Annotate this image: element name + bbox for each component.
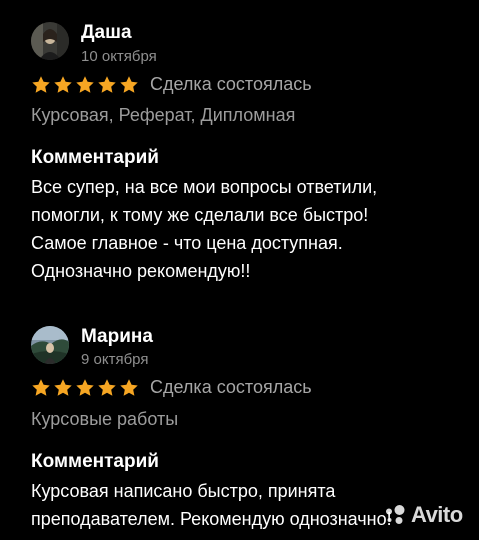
work-types: Курсовая, Реферат, Дипломная (31, 105, 296, 125)
star-icon (54, 76, 72, 93)
comment-line: Самое главное - что цена доступная. (31, 233, 343, 253)
author-name[interactable]: Даша (81, 22, 132, 44)
deal-status: Сделка состоялась (150, 74, 312, 94)
star-icon (98, 379, 116, 396)
star-icon (76, 379, 94, 396)
comment-line: Все супер, на все мои вопросы ответили, (31, 177, 378, 197)
comment-line: Однозначно рекомендую!! (31, 261, 251, 281)
avatar[interactable] (31, 22, 69, 60)
rating-stars (31, 378, 139, 398)
star-icon (32, 379, 50, 396)
rating-stars (31, 75, 139, 95)
deal-status: Сделка состоялась (150, 377, 312, 397)
star-icon (98, 76, 116, 93)
work-types: Курсовые работы (31, 409, 179, 429)
star-icon (120, 76, 138, 93)
review-date: 9 октября (81, 351, 149, 368)
avatar-photo (31, 22, 69, 60)
comment-heading: Комментарий (31, 147, 159, 168)
comment-text: Все супер, на все мои вопросы ответили, … (31, 173, 461, 285)
comment-heading: Комментарий (31, 451, 159, 472)
star-icon (120, 379, 138, 396)
star-icon (32, 76, 50, 93)
avito-watermark: Avito (383, 500, 463, 530)
avatar[interactable] (31, 326, 69, 364)
avatar-photo (31, 326, 69, 364)
author-name[interactable]: Марина (81, 326, 153, 348)
comment-line: помогли, к тому же сделали все быстро! (31, 205, 369, 225)
review-date: 10 октября (81, 48, 157, 65)
avito-logo-icon (386, 505, 405, 524)
star-icon (54, 379, 72, 396)
star-icon (76, 76, 94, 93)
avito-wordmark: Avito (411, 502, 463, 527)
